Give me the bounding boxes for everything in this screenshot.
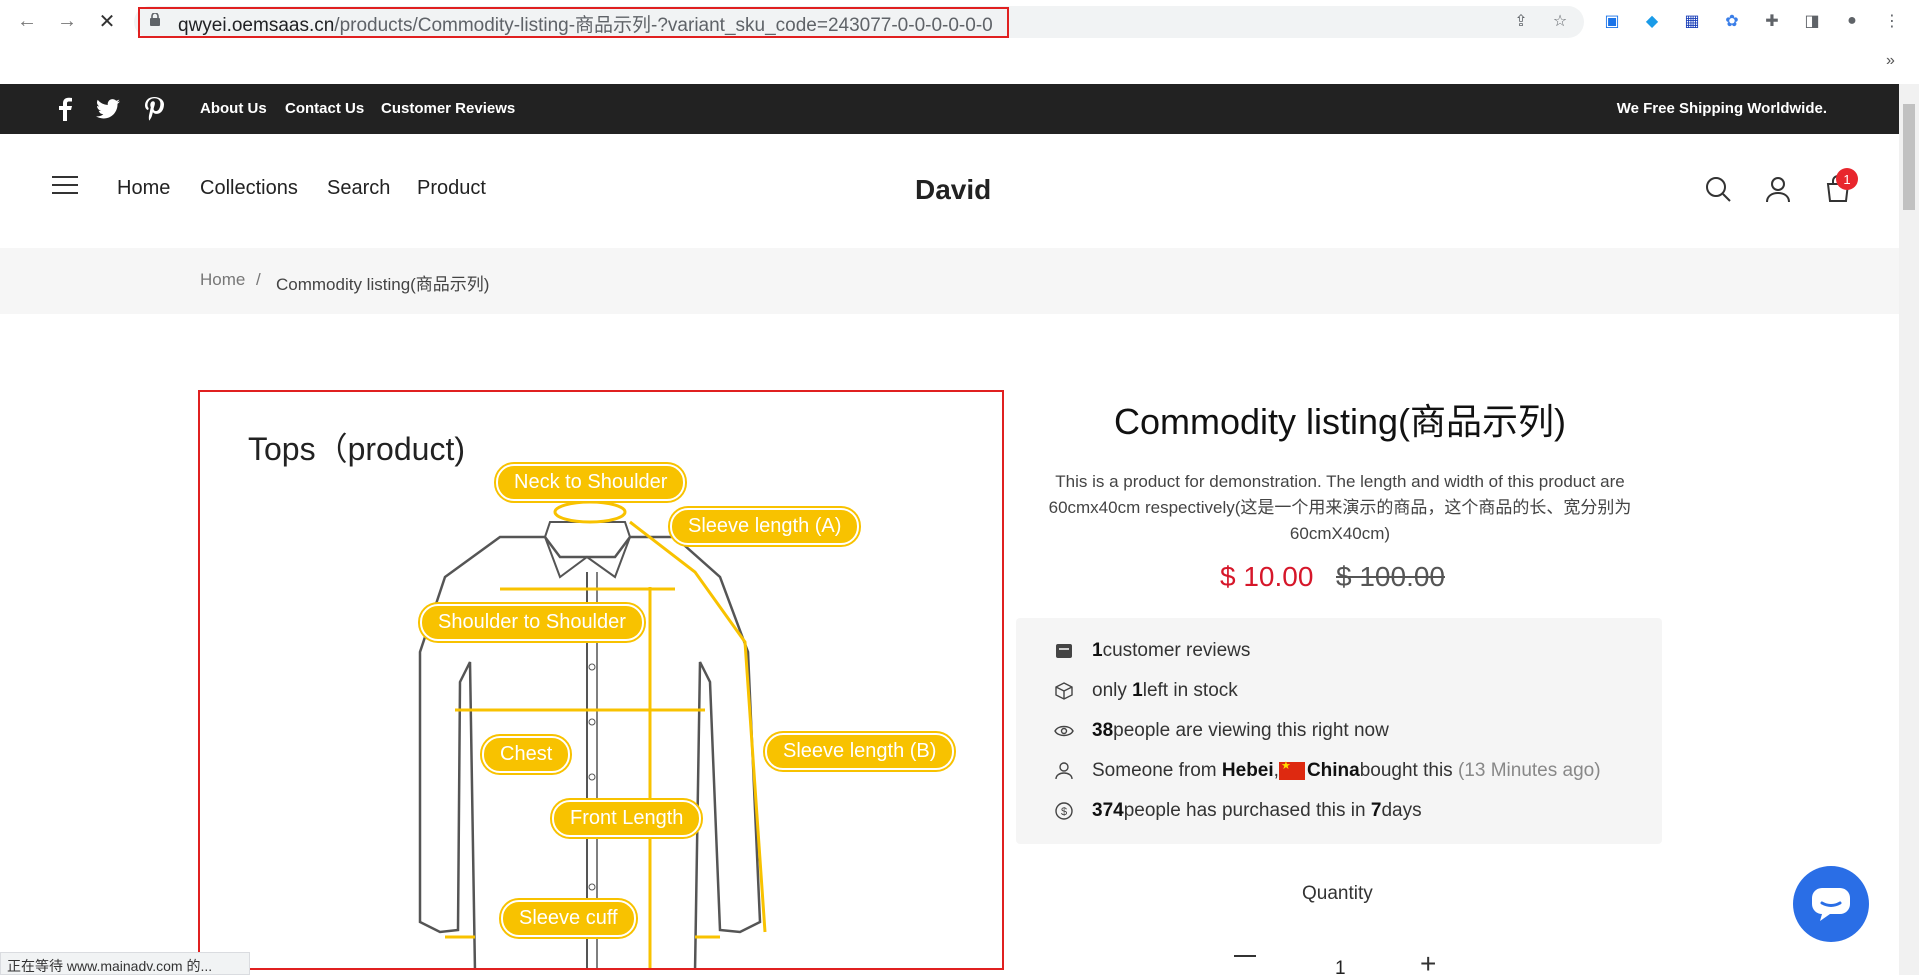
quantity-decrease-button[interactable] (1234, 955, 1256, 957)
back-icon[interactable]: ← (14, 8, 40, 34)
chat-widget-button[interactable] (1793, 866, 1869, 942)
extension-1-icon[interactable]: ▣ (1600, 9, 1624, 33)
info-purchased-count: $ 374 people has purchased this in 7 day… (1054, 800, 1422, 822)
tag-shoulder-to-shoulder: Shoulder to Shoulder (420, 604, 644, 641)
person-icon (1054, 761, 1074, 781)
product-description: This is a product for demonstration. The… (1048, 472, 1632, 543)
twitter-icon[interactable] (95, 96, 121, 122)
product-info-box: 1 customer reviews only 1 left in stock … (1016, 618, 1662, 844)
top-bar: About Us Contact Us Customer Reviews We … (0, 84, 1899, 134)
quantity-increase-button[interactable]: + (1420, 948, 1436, 980)
breadcrumb-home[interactable]: Home (200, 270, 245, 290)
china-flag-icon (1278, 759, 1305, 780)
extension-4-icon[interactable]: ✿ (1720, 9, 1744, 33)
product-compare-price: $ 100.00 (1336, 561, 1445, 592)
share-icon[interactable]: ⇪ (1509, 9, 1533, 33)
breadcrumb-separator: / (256, 270, 261, 289)
tag-sleeve-cuff: Sleeve cuff (501, 900, 636, 937)
url-highlight-box (138, 7, 1009, 38)
info-stock: only 1 left in stock (1054, 680, 1238, 702)
eye-icon (1054, 721, 1074, 741)
forward-icon[interactable]: → (54, 8, 80, 34)
box-icon (1054, 681, 1074, 701)
page-scrollbar[interactable] (1899, 84, 1919, 975)
search-icon[interactable] (1703, 174, 1733, 204)
about-us-link[interactable]: About Us (200, 100, 267, 117)
tag-sleeve-length-a: Sleeve length (A) (670, 508, 860, 545)
extension-3-icon[interactable]: ▦ (1680, 9, 1704, 33)
tag-front-length: Front Length (552, 800, 702, 837)
scrollbar-thumb[interactable] (1903, 104, 1915, 210)
tag-neck-to-shoulder: Neck to Shoulder (496, 464, 686, 501)
quantity-label: Quantity (1302, 883, 1373, 904)
stop-loading-icon[interactable]: ✕ (94, 8, 120, 34)
nav-search[interactable]: Search (327, 177, 390, 200)
chat-icon (1812, 888, 1850, 921)
contact-us-link[interactable]: Contact Us (285, 100, 364, 117)
profile-avatar-icon[interactable]: ● (1840, 9, 1864, 33)
breadcrumb-current: Commodity listing(商品示列) (276, 275, 490, 294)
cart-count-badge: 1 (1836, 168, 1858, 190)
tag-chest: Chest (482, 736, 571, 773)
pinterest-icon[interactable] (141, 96, 167, 122)
customer-reviews-link[interactable]: Customer Reviews (381, 100, 515, 117)
product-price: $ 10.00 (1220, 561, 1314, 592)
svg-text:$: $ (1061, 806, 1067, 818)
product-image[interactable]: Tops（product) Neck to Shoulder Sleeve le… (198, 390, 1004, 970)
breadcrumb: Home / Commodity listing(商品示列) (0, 248, 1899, 314)
browser-menu-icon[interactable]: ⋮ (1880, 9, 1904, 33)
info-reviews: 1 customer reviews (1054, 640, 1250, 662)
reviews-icon (1054, 641, 1074, 661)
facebook-icon[interactable] (52, 96, 78, 122)
quantity-input[interactable]: 1 (1335, 958, 1346, 980)
bookmarks-overflow[interactable]: » (1886, 52, 1895, 70)
bookmark-star-icon[interactable]: ☆ (1548, 9, 1572, 33)
nav-collections[interactable]: Collections (200, 177, 298, 200)
shipping-announcement: We Free Shipping Worldwide. (1616, 100, 1827, 117)
browser-status-bar: 正在等待 www.mainadv.com 的... (0, 952, 250, 975)
nav-home[interactable]: Home (117, 177, 170, 200)
product-title: Commodity listing(商品示列) (1113, 401, 1567, 442)
info-recent-purchase: Someone from Hebei, China bought this (1… (1054, 759, 1601, 782)
extension-2-icon[interactable]: ◆ (1640, 9, 1664, 33)
account-icon[interactable] (1763, 174, 1793, 204)
hamburger-menu-icon[interactable] (52, 176, 78, 196)
info-viewing: 38 people are viewing this right now (1054, 720, 1389, 742)
site-header: Home Collections Search Product David 1 (0, 134, 1899, 248)
brand-logo[interactable]: David (915, 174, 991, 206)
browser-chrome: ← → ✕ qwyei.oemsaas.cn/products/Commodit… (0, 0, 1919, 84)
sidepanel-icon[interactable]: ◨ (1800, 9, 1824, 33)
nav-product[interactable]: Product (417, 177, 486, 200)
dollar-icon: $ (1054, 801, 1074, 821)
tag-sleeve-length-b: Sleeve length (B) (765, 733, 955, 770)
extensions-puzzle-icon[interactable]: ✚ (1760, 9, 1784, 33)
